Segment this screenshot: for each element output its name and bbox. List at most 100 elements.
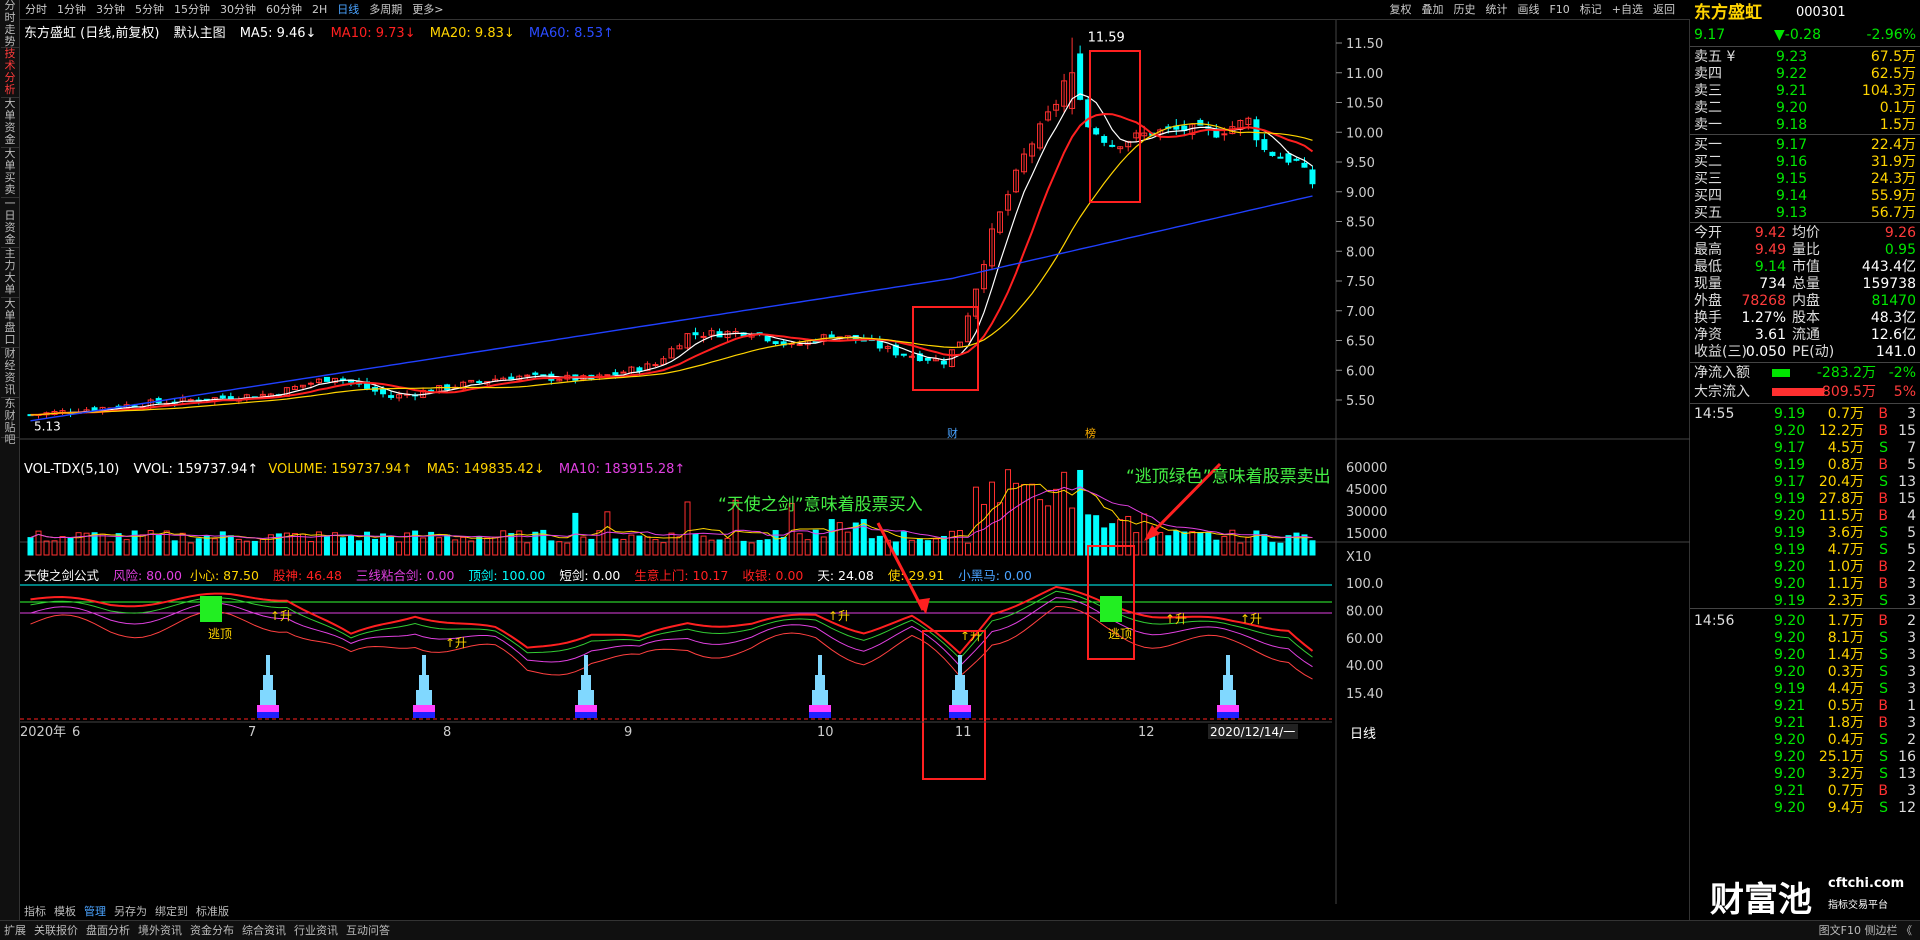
event-cai: 财 [947,426,958,440]
left-tab-7[interactable]: 财经资讯 [1,348,19,398]
tick-count: 3 [1907,664,1916,680]
indicator-tool-3[interactable]: 另存为 [110,903,151,920]
left-tab-0[interactable]: 分时走势 [1,0,19,48]
tick-side: B [1878,491,1888,507]
price-tick: 9.00 [1346,186,1375,201]
left-tab-1[interactable]: 技术分析 [1,48,19,98]
period-tab-2[interactable]: 3分钟 [91,0,130,20]
left-tab-6[interactable]: 大单盘口 [1,298,19,348]
asks-row: 卖一 9.18 1.5万 [1694,116,1916,134]
period-tab-5[interactable]: 30分钟 [215,0,261,20]
chart-area[interactable]: 东方盛虹 (日线,前复权) 默认主图 MA5: 9.46↓ MA10: 9.73… [20,20,1690,920]
asks-label: 卖五 ¥ [1694,49,1736,65]
bottom-tab-2[interactable]: 盘面分析 [82,921,134,940]
vol-tick: 45000 [1346,483,1387,498]
volume-bar [476,536,483,556]
bottom-tab-1[interactable]: 关联报价 [30,921,82,940]
bottom-tab-3[interactable]: 境外资讯 [134,921,186,940]
bottom-tab-0[interactable]: 扩展 [0,921,30,940]
candle-body [604,374,611,377]
tick-side: S [1879,647,1888,663]
bids-price: 9.16 [1776,154,1808,170]
period-label[interactable]: 日线 [1350,727,1376,742]
tick-count: 3 [1907,630,1916,646]
toolbar-btn-0[interactable]: 复权 [1384,0,1416,20]
bottom-tab-5[interactable]: 综合资讯 [238,921,290,940]
vol-tick: 60000 [1346,461,1387,476]
toolbar-btn-2[interactable]: 历史 [1448,0,1480,20]
left-tab-3[interactable]: 大单买卖 [1,148,19,198]
tick-row: 14:55 9.19 0.7万 B 3 [1694,405,1916,423]
toolbar-btn-4[interactable]: 画线 [1512,0,1544,20]
tick-count: 3 [1907,647,1916,663]
period-tab-4[interactable]: 15分钟 [169,0,215,20]
period-tab-1[interactable]: 1分钟 [52,0,91,20]
tick-price: 9.20 [1774,766,1806,782]
left-tab-4[interactable]: 一日资金 [1,198,19,248]
candle-body [1277,156,1284,159]
bids-price: 9.13 [1776,205,1808,221]
tick-price: 9.21 [1774,715,1806,731]
bottom-tab-6[interactable]: 行业资讯 [290,921,342,940]
asks-label: 卖一 [1694,117,1722,133]
period-tab-10[interactable]: 更多> [407,0,448,20]
last-price: 9.17 [1694,27,1726,43]
flow-pct: -2% [1888,365,1916,381]
divider [1690,403,1920,404]
divider [1690,608,1920,609]
kline-chart[interactable]: 11.50 11.00 10.50 10.00 9.50 9.00 8.50 8.00 7.50… [20,20,1690,904]
tick-count: 13 [1898,474,1916,490]
stat-label: 换手 [1694,310,1722,326]
period-tab-7[interactable]: 2H [307,0,332,20]
tick-side: S [1879,766,1888,782]
period-tab-8[interactable]: 日线 [332,0,364,20]
date-tick: 9 [624,725,632,740]
tick-vol: 3.6万 [1827,525,1864,541]
volume-bar [243,540,250,556]
bids-vol: 55.9万 [1870,188,1916,204]
period-tab-3[interactable]: 5分钟 [130,0,169,20]
period-tab-6[interactable]: 60分钟 [261,0,307,20]
indicator-tool-1[interactable]: 模板 [50,903,80,920]
tick-vol: 4.5万 [1827,440,1864,456]
indicator-tool-2[interactable]: 管理 [80,903,110,920]
period-tab-0[interactable]: 分时 [20,0,52,20]
buy-arrow-head [916,598,930,614]
tick-time: 14:56 [1694,613,1735,629]
candle-body [307,382,314,385]
left-tab-2[interactable]: 大单资金 [1,98,19,148]
volume-bar [780,536,787,556]
toolbar-btn-6[interactable]: 标记 [1575,0,1607,20]
tick-side: S [1879,664,1888,680]
period-tab-9[interactable]: 多周期 [364,0,407,20]
left-tab-8[interactable]: 东财贴吧 [1,398,19,446]
tick-price: 9.21 [1774,783,1806,799]
toolbar-btn-5[interactable]: F10 [1544,0,1574,20]
asks-label: 卖二 [1694,100,1722,116]
candle-body [1101,136,1108,143]
up-signal-0: ↑升 [270,609,292,623]
volume-bar [1045,505,1052,556]
toolbar-btn-3[interactable]: 统计 [1480,0,1512,20]
indicator-tool-5[interactable]: 标准版 [192,903,233,920]
volume-bar [716,539,723,556]
candle-body [924,357,931,361]
volume-bar [828,519,835,556]
bottom-tab-7[interactable]: 互动问答 [342,921,394,940]
tick-side: B [1878,406,1888,422]
tick-row: 9.17 4.5万 S 7 [1694,439,1916,457]
indicator-tool-4[interactable]: 绑定到 [151,903,192,920]
candle-body [1213,129,1220,138]
tick-row: 9.20 25.1万 S 16 [1694,748,1916,766]
bottom-tab-4[interactable]: 资金分布 [186,921,238,940]
left-tab-5[interactable]: 主力大单 [1,248,19,298]
sell-box-main [1089,50,1141,203]
indicator-tool-0[interactable]: 指标 [20,903,50,920]
volume-bar [668,532,675,556]
bottom-right-links[interactable]: 图文F10 侧边栏 《 [1815,921,1916,940]
toolbar-btn-8[interactable]: 返回 [1648,0,1680,20]
toolbar-btn-7[interactable]: +自选 [1607,0,1648,20]
volume-bar [740,540,747,556]
candle-body [620,371,627,374]
toolbar-btn-1[interactable]: 叠加 [1416,0,1448,20]
